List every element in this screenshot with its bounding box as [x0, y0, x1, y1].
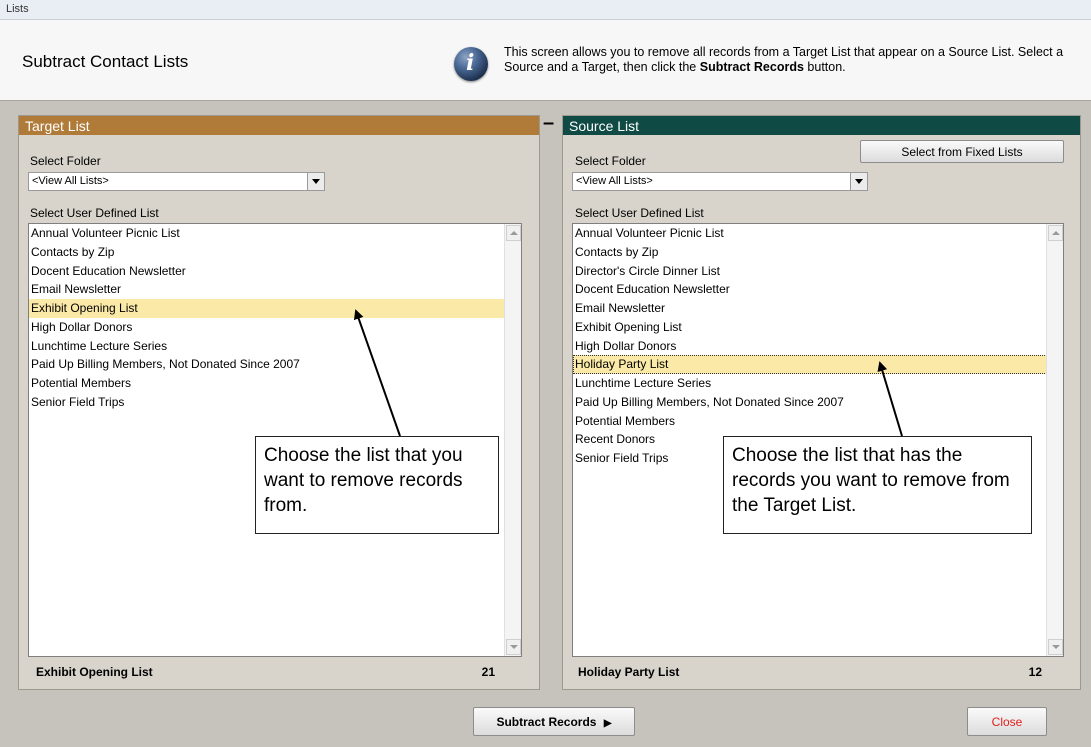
source-list-header: Source List	[563, 116, 1080, 135]
list-item[interactable]: Email Newsletter	[29, 280, 521, 299]
source-callout: Choose the list that has the records you…	[723, 436, 1032, 534]
list-item[interactable]: Docent Education Newsletter	[29, 262, 521, 281]
target-callout: Choose the list that you want to remove …	[255, 436, 499, 534]
scroll-down-icon[interactable]	[506, 639, 521, 655]
list-item[interactable]: Director's Circle Dinner List	[573, 262, 1063, 281]
list-item[interactable]: Potential Members	[573, 412, 1063, 431]
select-fixed-lists-button[interactable]: Select from Fixed Lists	[860, 140, 1064, 163]
target-count: 21	[481, 665, 495, 679]
list-item[interactable]: Contacts by Zip	[29, 243, 521, 262]
list-item[interactable]: Contacts by Zip	[573, 243, 1063, 262]
list-item[interactable]: Exhibit Opening List	[573, 318, 1063, 337]
play-arrow-icon: ▶	[603, 717, 612, 729]
chevron-down-icon[interactable]	[850, 173, 867, 190]
source-folder-label: Select Folder	[575, 154, 646, 168]
chevron-down-icon[interactable]	[307, 173, 324, 190]
list-item[interactable]: Lunchtime Lecture Series	[573, 374, 1063, 393]
info-icon: i	[454, 47, 488, 81]
scroll-up-icon[interactable]	[1048, 225, 1063, 241]
info-text-bold: Subtract Records	[699, 60, 804, 74]
source-count: 12	[1028, 665, 1042, 679]
list-item[interactable]: Annual Volunteer Picnic List	[29, 224, 521, 243]
list-item[interactable]: Docent Education Newsletter	[573, 280, 1063, 299]
source-folder-value: <View All Lists>	[576, 175, 653, 187]
window-title: Lists	[6, 3, 29, 15]
target-list-header: Target List	[19, 116, 539, 135]
list-item[interactable]: Potential Members	[29, 374, 521, 393]
list-item[interactable]: Paid Up Billing Members, Not Donated Sin…	[573, 393, 1063, 412]
list-item[interactable]: Paid Up Billing Members, Not Donated Sin…	[29, 355, 521, 374]
scroll-up-icon[interactable]	[506, 225, 521, 241]
list-item[interactable]: Exhibit Opening List	[29, 299, 521, 318]
list-item[interactable]: Email Newsletter	[573, 299, 1063, 318]
source-folder-select[interactable]: <View All Lists>	[572, 172, 868, 191]
list-item[interactable]: Senior Field Trips	[29, 393, 521, 412]
target-folder-value: <View All Lists>	[32, 175, 109, 187]
subtract-records-button[interactable]: Subtract Records ▶	[473, 707, 635, 736]
source-selected-name: Holiday Party List	[578, 665, 680, 679]
source-list-label: Select User Defined List	[575, 206, 704, 220]
page-title: Subtract Contact Lists	[22, 52, 189, 71]
subtract-records-label: Subtract Records	[496, 714, 597, 729]
target-scrollbar[interactable]	[504, 224, 521, 656]
list-item[interactable]: High Dollar Donors	[573, 337, 1063, 356]
list-item[interactable]: Holiday Party List	[573, 355, 1063, 374]
info-text-part-2: button.	[803, 60, 846, 74]
target-list-label: Select User Defined List	[30, 206, 159, 220]
window-titlebar: Lists	[0, 0, 1091, 20]
target-items: Annual Volunteer Picnic List Contacts by …	[29, 224, 521, 412]
source-items: Annual Volunteer Picnic List Contacts by …	[573, 224, 1063, 468]
target-selected-name: Exhibit Opening List	[36, 665, 153, 679]
source-scrollbar[interactable]	[1046, 224, 1063, 656]
info-text: This screen allows you to remove all rec…	[504, 45, 1074, 75]
list-item[interactable]: Lunchtime Lecture Series	[29, 337, 521, 356]
list-item[interactable]: High Dollar Donors	[29, 318, 521, 337]
close-button[interactable]: Close	[967, 707, 1047, 736]
list-item[interactable]: Annual Volunteer Picnic List	[573, 224, 1063, 243]
page-header: Subtract Contact Lists i This screen all…	[0, 20, 1091, 100]
target-folder-label: Select Folder	[30, 154, 101, 168]
subtract-operator: –	[543, 112, 555, 134]
target-folder-select[interactable]: <View All Lists>	[28, 172, 325, 191]
scroll-down-icon[interactable]	[1048, 639, 1063, 655]
